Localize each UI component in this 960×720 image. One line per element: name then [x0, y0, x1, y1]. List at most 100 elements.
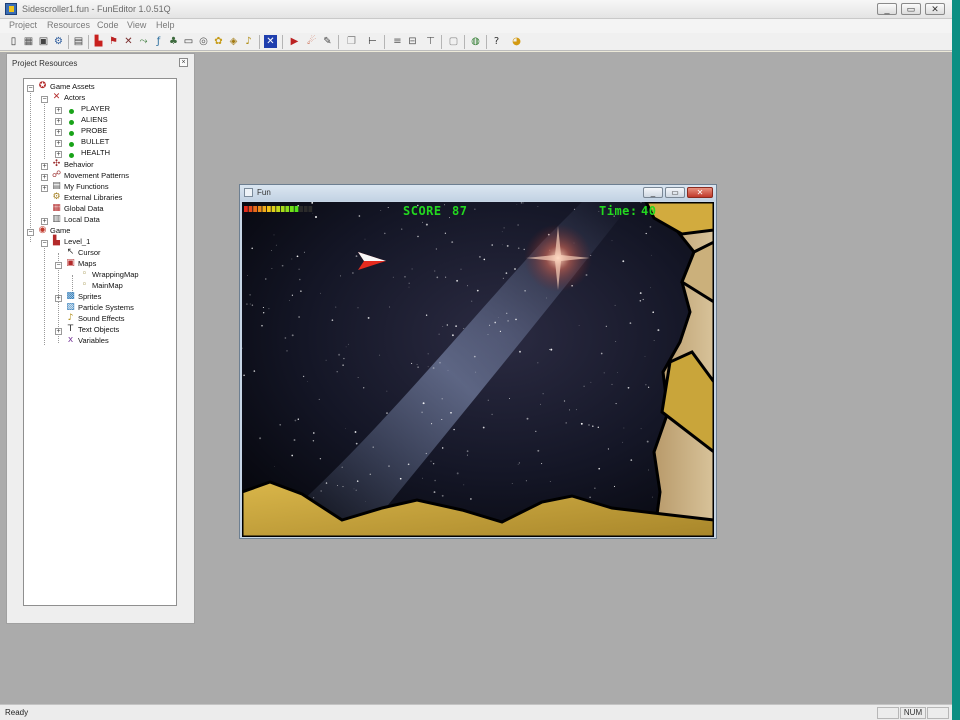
tree-item-probe[interactable]: PROBE	[81, 125, 107, 136]
globe-icon[interactable]: ◍	[469, 35, 482, 48]
distribute-icon[interactable]: ⊟	[406, 35, 419, 48]
tree-item-variables[interactable]: Variables	[78, 335, 109, 346]
tree-item-my-functions[interactable]: My Functions	[64, 181, 109, 192]
new-actor-icon[interactable]: ⚑	[107, 35, 120, 48]
star	[430, 460, 432, 462]
help-icon[interactable]: ?	[490, 35, 503, 48]
maximize-button[interactable]: ▭	[901, 3, 921, 15]
menu-code[interactable]: Code	[97, 20, 119, 30]
tree-item-global-data[interactable]: Global Data	[64, 203, 104, 214]
star	[311, 202, 314, 204]
panel-close-button[interactable]: ×	[179, 58, 188, 67]
expander-actor[interactable]: +	[55, 129, 62, 136]
expander-actor[interactable]: +	[55, 107, 62, 114]
game-maximize-button[interactable]: ▭	[665, 187, 685, 198]
game-minimize-button[interactable]: _	[643, 187, 663, 198]
star	[511, 483, 513, 485]
info-icon[interactable]: ◕	[510, 35, 523, 48]
align-top-icon[interactable]: ⊤	[424, 35, 437, 48]
expander-actor[interactable]: +	[55, 140, 62, 147]
tree-item-maps[interactable]: Maps	[78, 258, 96, 269]
expander-my-functions[interactable]: +	[41, 185, 48, 192]
tree-item-wrapping-map[interactable]: WrappingMap	[92, 269, 139, 280]
project-settings-icon[interactable]: ⚙	[52, 35, 65, 48]
open-project-icon[interactable]: ▦	[22, 35, 35, 48]
star	[335, 306, 337, 308]
expander-game-assets[interactable]: −	[27, 85, 34, 92]
tree-item-sprites[interactable]: Sprites	[78, 291, 101, 302]
expander-game[interactable]: −	[27, 229, 34, 236]
data-icon[interactable]: ▭	[182, 35, 195, 48]
tree-item-behavior[interactable]: Behavior	[64, 159, 94, 170]
save-project-icon[interactable]: ▣	[37, 35, 50, 48]
menu-help[interactable]: Help	[156, 20, 175, 30]
map-icon[interactable]: ◎	[197, 35, 210, 48]
tree-item-health[interactable]: HEALTH	[81, 147, 110, 158]
tree-item-text-objects[interactable]: Text Objects	[78, 324, 119, 335]
star	[365, 501, 367, 502]
function-icon[interactable]: ƒ	[152, 35, 165, 48]
expander-actor[interactable]: +	[55, 118, 62, 125]
expander-text-objects[interactable]: +	[55, 328, 62, 335]
minimize-button[interactable]: _	[877, 3, 897, 15]
align-center-icon[interactable]: ≡	[391, 35, 404, 48]
expander-level[interactable]: −	[41, 240, 48, 247]
tree-item-cursor[interactable]: Cursor	[78, 247, 101, 258]
align-left-icon[interactable]: ⊢	[366, 35, 379, 48]
menu-project[interactable]: Project	[9, 20, 37, 30]
tree-item-aliens[interactable]: ALIENS	[81, 114, 108, 125]
star	[652, 311, 654, 313]
tree-item-player[interactable]: PLAYER	[81, 103, 110, 114]
close-button[interactable]: ✕	[925, 3, 945, 15]
game-canvas[interactable]: SCORE 87 Time: 40	[242, 202, 714, 537]
tree-item-game-assets[interactable]: Game Assets	[50, 81, 95, 92]
tree-item-actors[interactable]: Actors	[64, 92, 85, 103]
movement-pattern-icon[interactable]: ⤳	[137, 35, 150, 48]
tree-item-level-1[interactable]: Level_1	[64, 236, 90, 247]
num-lock-indicator: NUM	[900, 707, 926, 719]
debug-icon[interactable]: ☄	[305, 35, 318, 48]
new-project-icon[interactable]: ▯	[7, 35, 20, 48]
tree-item-bullet[interactable]: BULLET	[81, 136, 109, 147]
sprite-icon[interactable]: ✿	[212, 35, 225, 48]
particle-icon[interactable]: ◈	[227, 35, 240, 48]
menu-view[interactable]: View	[127, 20, 146, 30]
properties-icon[interactable]: ▤	[72, 35, 85, 48]
tree-item-sound-effects[interactable]: Sound Effects	[78, 313, 125, 324]
star	[489, 324, 491, 326]
tree-item-particle-systems[interactable]: Particle Systems	[78, 302, 134, 313]
build-icon[interactable]: ✕	[264, 35, 277, 48]
expander-local-data[interactable]: +	[41, 218, 48, 225]
copy-icon[interactable]: ❐	[345, 35, 358, 48]
tree-item-local-data[interactable]: Local Data	[64, 214, 100, 225]
grid-icon[interactable]: ▢	[447, 35, 460, 48]
expander-sprites[interactable]: +	[55, 295, 62, 302]
tree-item-external-libraries[interactable]: External Libraries	[64, 192, 122, 203]
tree-item-game[interactable]: Game	[50, 225, 70, 236]
toolbar-separator	[464, 35, 465, 49]
new-behavior-icon[interactable]: ✕	[122, 35, 135, 48]
star	[249, 294, 251, 296]
expander-movement-patterns[interactable]: +	[41, 174, 48, 181]
star	[363, 387, 365, 389]
game-preview-window[interactable]: Fun _ ▭ ✕ SCORE 87 Time: 40	[239, 184, 717, 539]
run-game-icon[interactable]: ▶	[288, 35, 301, 48]
game-window-title-bar[interactable]: Fun _ ▭ ✕	[240, 185, 716, 201]
tree-item-main-map[interactable]: MainMap	[92, 280, 123, 291]
tree-line	[44, 101, 45, 159]
pen-icon[interactable]: ✎	[321, 35, 334, 48]
expander-actors[interactable]: −	[41, 96, 48, 103]
expander-behavior[interactable]: +	[41, 163, 48, 170]
star	[523, 248, 525, 251]
new-level-icon[interactable]: ▙	[92, 35, 105, 48]
game-close-button[interactable]: ✕	[687, 187, 713, 198]
expander-actor[interactable]: +	[55, 151, 62, 158]
health-segment	[308, 206, 313, 212]
expander-maps[interactable]: −	[55, 262, 62, 269]
sound-icon[interactable]: ♪	[242, 35, 255, 48]
star	[274, 465, 275, 467]
tree-item-movement-patterns[interactable]: Movement Patterns	[64, 170, 129, 181]
status-text: Ready	[5, 708, 29, 717]
menu-resources[interactable]: Resources	[47, 20, 90, 30]
library-icon[interactable]: ♣	[167, 35, 180, 48]
